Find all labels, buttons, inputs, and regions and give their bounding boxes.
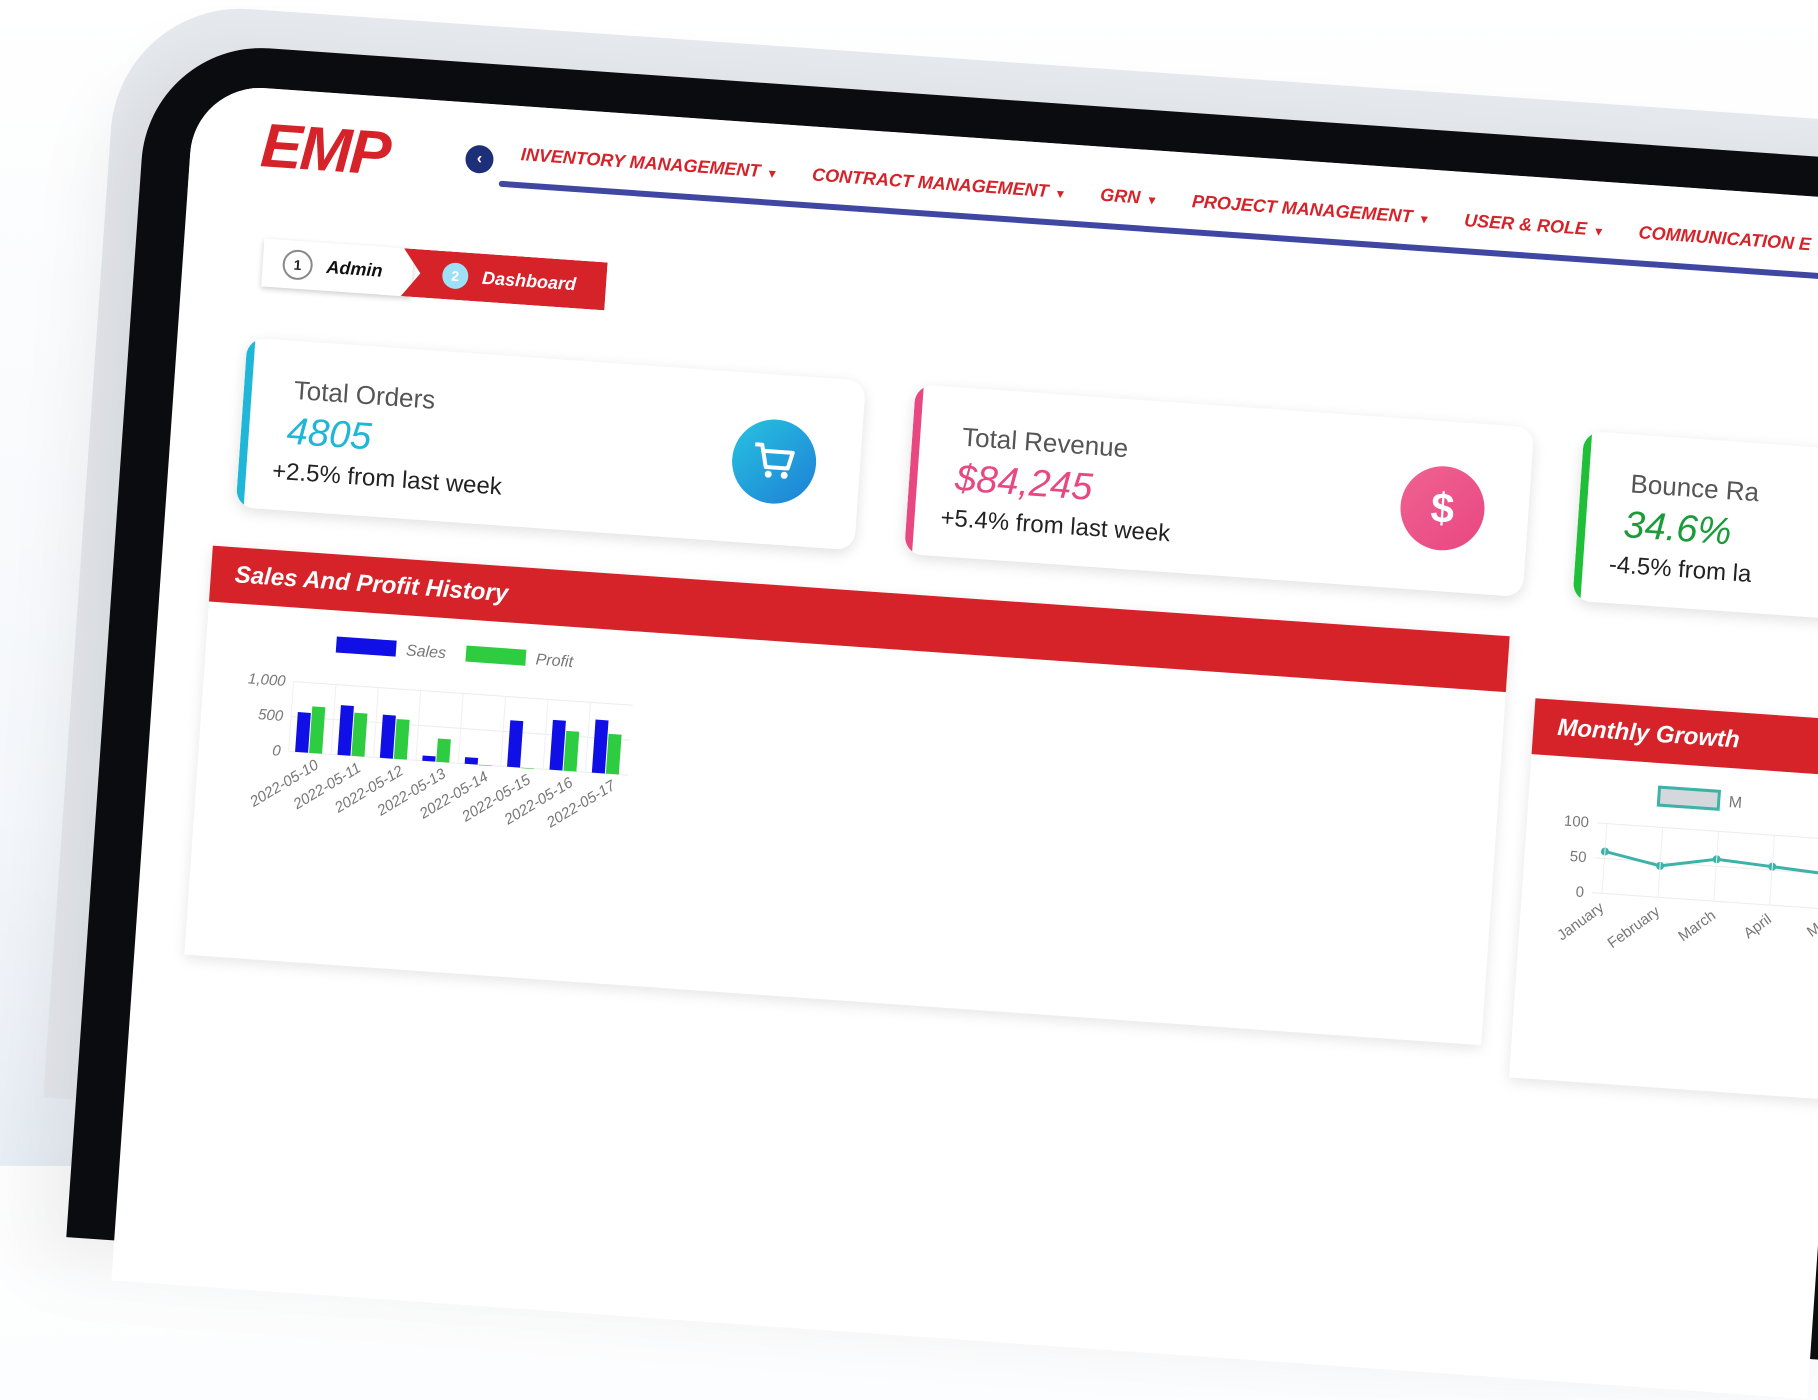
nav-contract-management[interactable]: CONTRACT MANAGEMENT ▼ [811,165,1067,204]
step-number: 2 [441,262,469,290]
nav-label: PROJECT MANAGEMENT [1191,191,1414,227]
nav-user-role[interactable]: USER & ROLE ▼ [1463,210,1606,241]
x-tick-label: February [1605,903,1664,952]
y-tick-label: 100 [1563,813,1589,832]
growth-line [1604,850,1818,876]
card-value: 34.6% [1622,504,1733,554]
y-tick-label: 0 [272,742,282,760]
card-accent [1572,430,1593,602]
card-accent [903,384,924,555]
bar-sales-2022-05-12 [379,714,396,759]
legend-swatch-sales [335,636,397,657]
x-tick-label: April [1741,911,1775,942]
nav-label: GRN [1099,184,1141,208]
monthly-growth-chart: M 100 50 0JanuaryFebruary March April Ma [1554,785,1818,952]
dashboard-screen: EMP ‹ INVENTORY MANAGEMENT ▼ CONTRACT MAN… [111,83,1818,1399]
legend-label-growth: M [1728,794,1742,812]
bar-profit-2022-05-12 [393,718,410,760]
bar-sales-2022-05-10 [295,712,311,753]
bar-profit-2022-05-13 [436,738,451,763]
nav-label: COMMUNICATION E [1638,222,1812,255]
tablet-device: EMP ‹ INVENTORY MANAGEMENT ▼ CONTRACT MAN… [66,40,1818,1399]
legend-swatch-profit [465,645,527,666]
bar-profit-2022-05-11 [351,712,368,757]
step-number: 1 [281,248,314,281]
nav-project-management[interactable]: PROJECT MANAGEMENT ▼ [1191,191,1431,229]
cart-icon-svg [755,442,795,479]
monthly-growth-panel: Monthly Growth M 100 50 0 January February Mar… [1508,698,1818,1106]
bar-sales-2022-05-13 [422,755,436,762]
y-tick-label: 500 [258,706,285,725]
emp-logo[interactable]: EMP [258,110,392,190]
card-delta: +2.5% from last week [271,457,503,501]
legend-label-sales: Sales [405,642,446,662]
bar-profit-2022-05-10 [309,706,326,754]
nav-label: CONTRACT MANAGEMENT [811,164,1050,202]
breadcrumb-label: Dashboard [481,267,577,294]
nav-label: INVENTORY MANAGEMENT [520,144,762,181]
x-tick-label: January [1554,899,1608,944]
total-orders-card[interactable]: Total Orders 4805 +2.5% from last week [235,337,866,551]
back-chevron-icon[interactable]: ‹ [464,144,495,175]
nav-label: USER & ROLE [1463,210,1588,239]
card-title: Total Orders [292,374,437,415]
nav-inventory-management[interactable]: INVENTORY MANAGEMENT ▼ [520,144,779,183]
card-title: Total Revenue [961,421,1130,464]
bar-sales-2022-05-16 [549,719,566,771]
caret-down-icon: ▼ [1145,192,1159,208]
sales-profit-chart: Sales Profit1,00050002022-05-102022-05-11… [246,636,633,832]
bar-sales-2022-05-11 [337,705,354,756]
total-revenue-card[interactable]: Total Revenue $84,245 +5.4% from last we… [903,384,1535,598]
breadcrumb: 1 Admin 2 Dashboard [261,238,608,310]
breadcrumb-admin[interactable]: 1 Admin [261,238,415,297]
card-title: Bounce Ra [1629,468,1761,508]
bar-sales-2022-05-14 [464,757,479,765]
card-value: $84,245 [953,457,1094,509]
bar-sales-2022-05-17 [591,719,609,774]
x-tick-label: March [1675,907,1719,945]
caret-down-icon: ▼ [1592,224,1606,239]
caret-down-icon: ▼ [1053,186,1067,202]
x-tick-label: Ma [1804,914,1818,940]
card-delta: +5.4% from last week [939,504,1172,548]
caret-down-icon: ▼ [765,166,779,182]
nav-communication[interactable]: COMMUNICATION E [1638,222,1812,255]
legend-label-profit: Profit [535,651,574,671]
breadcrumb-label: Admin [325,256,384,281]
bounce-rate-card[interactable]: Bounce Ra 34.6% -4.5% from la [1572,430,1818,629]
grid-line [1596,822,1818,843]
y-tick-label: 50 [1569,848,1587,866]
caret-down-icon: ▼ [1417,211,1431,227]
panel-title: Monthly Growth [1531,698,1818,783]
y-tick-label: 0 [1575,884,1585,902]
legend-swatch-growth [1656,785,1722,811]
nav-grn[interactable]: GRN ▼ [1100,185,1159,210]
cart-icon [729,416,819,507]
y-tick-label: 1,000 [248,670,287,690]
bar-sales-2022-05-15 [507,720,524,768]
bar-profit-2022-05-17 [605,733,622,775]
breadcrumb-dashboard[interactable]: 2 Dashboard [401,248,608,310]
dollar-icon: $ [1397,463,1488,554]
sales-profit-panel: Sales And Profit History Sales Profit 1,00… [184,545,1510,1046]
bar-profit-2022-05-16 [563,730,580,772]
card-accent [235,337,256,508]
card-delta: -4.5% from la [1608,551,1753,588]
card-value: 4805 [285,410,373,459]
